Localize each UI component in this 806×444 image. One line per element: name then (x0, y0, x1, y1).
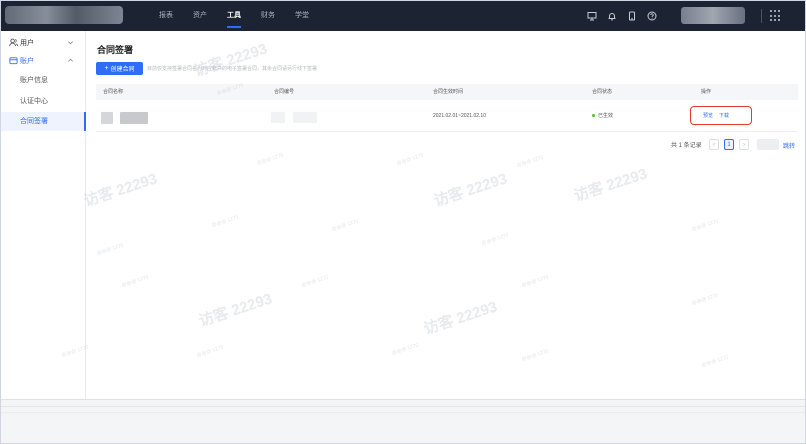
top-nav: 报表 资产 工具 财务 学堂 (151, 1, 321, 31)
hint-text: 目前仅支持签署合同名为对应账户的电子签署合同，其余合同请另行线下签署 (147, 66, 318, 72)
sidebar-group-account[interactable]: 账户 (1, 51, 86, 71)
contract-name-redacted (101, 112, 113, 124)
sidebar-group-label: 用户 (20, 40, 34, 47)
pagination-page-1[interactable]: 1 (724, 139, 734, 150)
contract-number-redacted (293, 112, 317, 123)
nav-item-finance[interactable]: 财务 (253, 1, 283, 31)
column-header-status: 合同状态 (592, 89, 613, 95)
apps-grid-icon[interactable] (770, 10, 782, 22)
divider (1, 412, 805, 413)
pagination-jump-input[interactable] (757, 139, 779, 150)
pagination-jump-button[interactable]: 跳转 (783, 141, 795, 150)
pagination-prev-button[interactable]: ‹ (709, 139, 719, 150)
table-row: 2021.02.01~2021.02.10 已生效 预览 下载 (96, 100, 798, 132)
user-account-menu[interactable] (681, 7, 745, 24)
sidebar: 用户 账户 账户信息 认证中心 合同签署 (1, 31, 86, 399)
sidebar-item-contract-signing[interactable]: 合同签署 (1, 112, 86, 131)
top-navbar: 报表 资产 工具 财务 学堂 (1, 1, 805, 31)
create-contract-label: 创建合同 (110, 67, 135, 73)
pagination-total: 共 1 条记录 (671, 143, 702, 149)
top-icon-group (584, 8, 664, 24)
download-link[interactable]: 下载 (719, 112, 729, 119)
column-header-actions: 操作 (701, 89, 712, 95)
bottom-scroll-area (1, 399, 805, 443)
chevron-up-icon (67, 57, 74, 64)
nav-item-assets[interactable]: 资产 (185, 1, 215, 31)
nav-item-tools[interactable]: 工具 (219, 1, 249, 31)
bell-icon[interactable] (604, 8, 620, 24)
sidebar-group-label: 账户 (20, 58, 34, 65)
column-header-period: 合同生效时间 (433, 89, 464, 95)
main-content: 合同签署 + 创建合同 目前仅支持签署合同名为对应账户的电子签署合同，其余合同请… (87, 31, 805, 399)
divider (761, 9, 762, 23)
nav-item-academy[interactable]: 学堂 (287, 1, 317, 31)
plus-icon: + (104, 65, 109, 72)
app-window: 报表 资产 工具 财务 学堂 用户 账户 账户信息 认证中心 合同签署 合同签署… (0, 0, 806, 444)
contract-name-redacted (120, 112, 148, 124)
chevron-down-icon (67, 39, 74, 46)
contract-number-redacted (271, 112, 285, 123)
sidebar-group-user[interactable]: 用户 (1, 33, 86, 53)
sidebar-item-certification[interactable]: 认证中心 (1, 92, 86, 111)
user-icon (9, 38, 18, 47)
column-header-name: 合同名称 (103, 89, 124, 95)
status-text: 已生效 (598, 113, 614, 119)
column-header-number: 合同编号 (274, 89, 295, 95)
pagination-next-button[interactable]: › (739, 139, 749, 150)
status-badge: 已生效 (592, 100, 613, 132)
nav-item-reports[interactable]: 报表 (151, 1, 181, 31)
divider (1, 406, 805, 407)
help-icon[interactable] (644, 8, 660, 24)
status-dot-icon (592, 114, 595, 118)
contract-period: 2021.02.01~2021.02.10 (433, 113, 486, 119)
preview-link[interactable]: 预览 (703, 112, 713, 119)
create-contract-button[interactable]: + 创建合同 (96, 62, 143, 75)
page-title: 合同签署 (97, 45, 134, 55)
mobile-icon[interactable] (624, 8, 640, 24)
table-header: 合同名称 合同编号 合同生效时间 合同状态 操作 (96, 84, 798, 100)
sidebar-item-account-info[interactable]: 账户信息 (1, 71, 86, 90)
screen-icon[interactable] (584, 8, 600, 24)
account-icon (9, 56, 18, 65)
logo (5, 6, 123, 24)
